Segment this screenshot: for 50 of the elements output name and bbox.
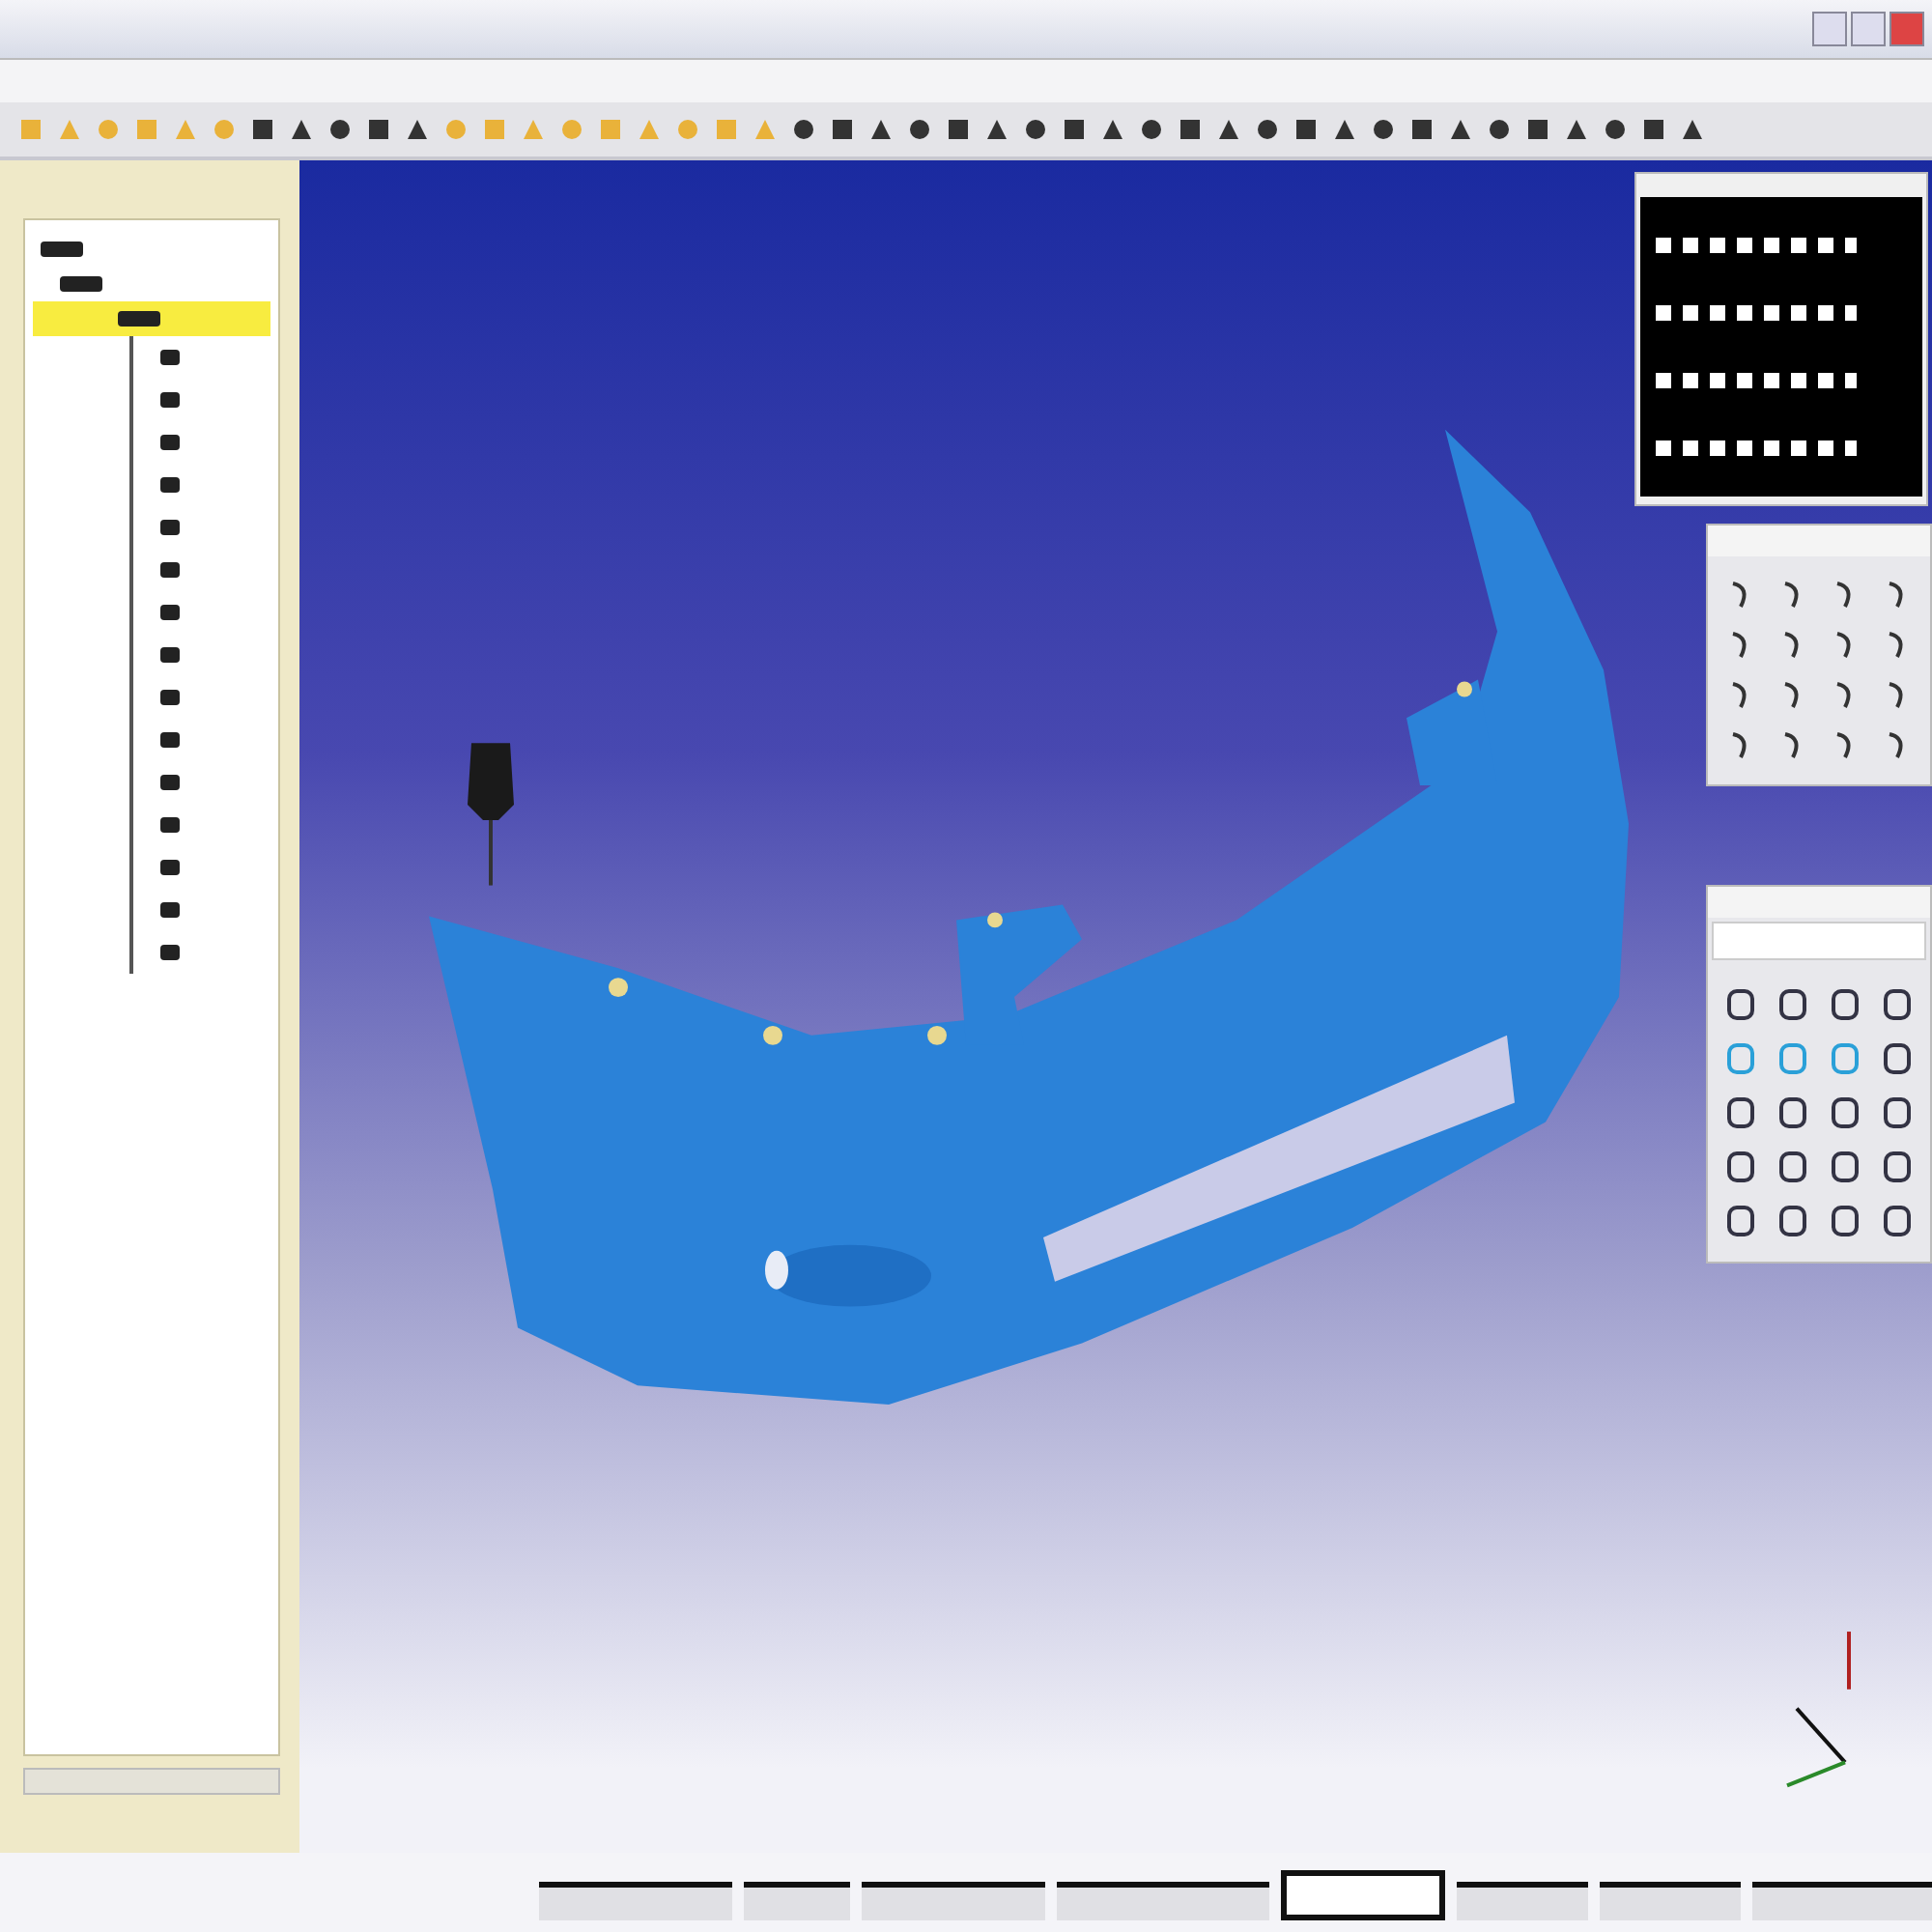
scroll-bar[interactable]	[23, 1768, 280, 1795]
tool-icon[interactable]	[1881, 1204, 1913, 1238]
tool-icon[interactable]	[1881, 1041, 1913, 1076]
tool-icon[interactable]	[1829, 1095, 1861, 1130]
status-pane[interactable]	[744, 1882, 850, 1920]
node-icon	[160, 902, 180, 918]
node-icon	[160, 647, 180, 663]
node-icon	[160, 775, 180, 790]
node-icon	[160, 435, 180, 450]
tool-icon[interactable]	[1725, 1204, 1757, 1238]
tool-icon[interactable]	[1777, 1150, 1809, 1184]
status-pane[interactable]	[862, 1882, 1045, 1920]
node-icon	[160, 945, 180, 960]
node-icon	[60, 276, 102, 292]
tree-item[interactable]	[33, 301, 270, 336]
status-pane[interactable]	[1752, 1882, 1932, 1920]
node-icon	[118, 311, 160, 327]
tool-icon[interactable]	[1829, 1204, 1861, 1238]
palette-field[interactable]	[1712, 922, 1926, 960]
tool-icon[interactable]	[1725, 1150, 1757, 1184]
minimize-button[interactable]	[1812, 12, 1847, 46]
status-pane[interactable]	[1457, 1882, 1588, 1920]
axis-triad-icon	[1786, 1632, 1851, 1788]
tool-icon[interactable]	[1777, 1095, 1809, 1130]
node-icon	[160, 350, 180, 365]
status-pane[interactable]	[1600, 1882, 1741, 1920]
tool-icon[interactable]	[1777, 987, 1809, 1022]
node-icon	[160, 477, 180, 493]
tool-icon[interactable]	[1881, 1095, 1913, 1130]
node-icon	[160, 817, 180, 833]
tool-icon[interactable]	[1829, 1150, 1861, 1184]
tool-icon[interactable]	[1829, 987, 1861, 1022]
node-icon	[160, 690, 180, 705]
status-pane[interactable]	[1057, 1882, 1269, 1920]
node-icon	[160, 520, 180, 535]
maximize-button[interactable]	[1851, 12, 1886, 46]
status-pane[interactable]	[539, 1882, 732, 1920]
status-pane[interactable]	[1281, 1870, 1445, 1920]
tool-icon[interactable]	[1725, 1095, 1757, 1130]
tool-icon[interactable]	[1881, 987, 1913, 1022]
node-icon	[160, 732, 180, 748]
3d-viewport[interactable]	[299, 160, 1932, 1853]
node-icon	[41, 242, 83, 257]
tool-icon[interactable]	[1777, 1204, 1809, 1238]
node-icon	[160, 562, 180, 578]
node-icon	[160, 605, 180, 620]
tool-icon[interactable]	[1881, 1150, 1913, 1184]
node-icon	[160, 392, 180, 408]
tool-icon[interactable]	[1725, 987, 1757, 1022]
node-icon	[160, 860, 180, 875]
